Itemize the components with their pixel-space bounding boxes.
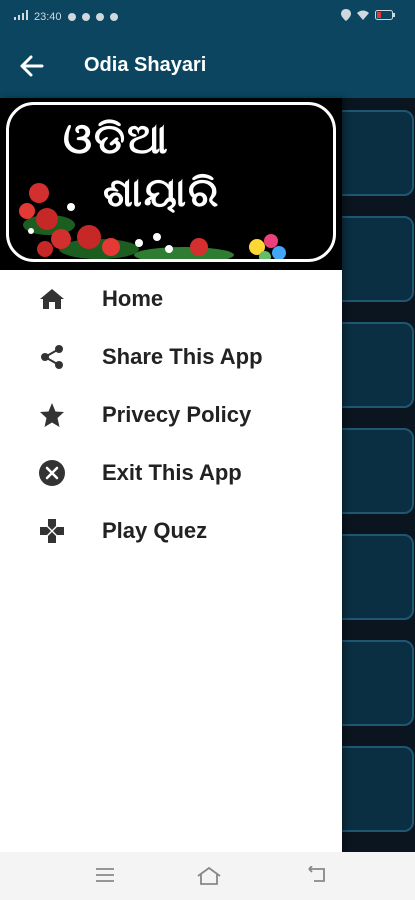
- logo-title: ଓଡିଆ: [63, 115, 170, 162]
- notification-icon: [109, 12, 118, 21]
- star-icon: [38, 401, 66, 429]
- menu-item-label: Play Quez: [102, 518, 208, 543]
- drawer-menu: Home Share This App Privecy Policy Exit …: [0, 270, 342, 560]
- wifi-icon: [357, 10, 369, 23]
- app-logo: ଓଡିଆ ଶାୟାରି: [6, 102, 336, 262]
- notification-icon: [95, 12, 104, 21]
- battery-icon: [375, 10, 395, 23]
- status-left: 23:40: [14, 10, 118, 23]
- share-icon: [38, 343, 66, 371]
- roses-decoration-icon: [19, 183, 286, 259]
- notification-icon: [81, 12, 90, 21]
- back-nav-button[interactable]: [306, 865, 330, 886]
- signal-icon: [14, 10, 28, 23]
- menu-item-label: Privecy Policy: [102, 402, 252, 427]
- menu-item-share[interactable]: Share This App: [0, 328, 342, 386]
- navigation-drawer: ଓଡିଆ ଶାୟାରି Home Share This App Privecy …: [0, 98, 342, 852]
- home-nav-button[interactable]: [196, 866, 221, 886]
- menu-nav-button[interactable]: [94, 866, 118, 886]
- close-circle-icon: [38, 459, 66, 487]
- menu-item-label: Share This App: [102, 344, 263, 369]
- app-bar: Odia Shayari: [0, 34, 415, 98]
- home-icon: [38, 285, 66, 313]
- menu-item-label: Exit This App: [102, 460, 242, 485]
- gamepad-icon: [38, 517, 66, 545]
- location-icon: [341, 9, 351, 24]
- menu-item-exit[interactable]: Exit This App: [0, 444, 342, 502]
- notification-icon: [67, 12, 76, 21]
- app-title: Odia Shayari: [84, 54, 207, 76]
- menu-item-privacy-policy[interactable]: Privecy Policy: [0, 386, 342, 444]
- drawer-header: ଓଡିଆ ଶାୟାରି: [0, 98, 342, 270]
- status-right: [341, 9, 395, 24]
- menu-item-home[interactable]: Home: [0, 270, 342, 328]
- menu-item-label: Home: [102, 286, 164, 311]
- status-time: 23:40: [34, 10, 62, 23]
- status-bar: 23:40: [0, 0, 415, 34]
- menu-item-play-quiz[interactable]: Play Quez: [0, 502, 342, 560]
- back-arrow-icon[interactable]: [18, 54, 46, 78]
- system-nav-bar: [0, 852, 415, 900]
